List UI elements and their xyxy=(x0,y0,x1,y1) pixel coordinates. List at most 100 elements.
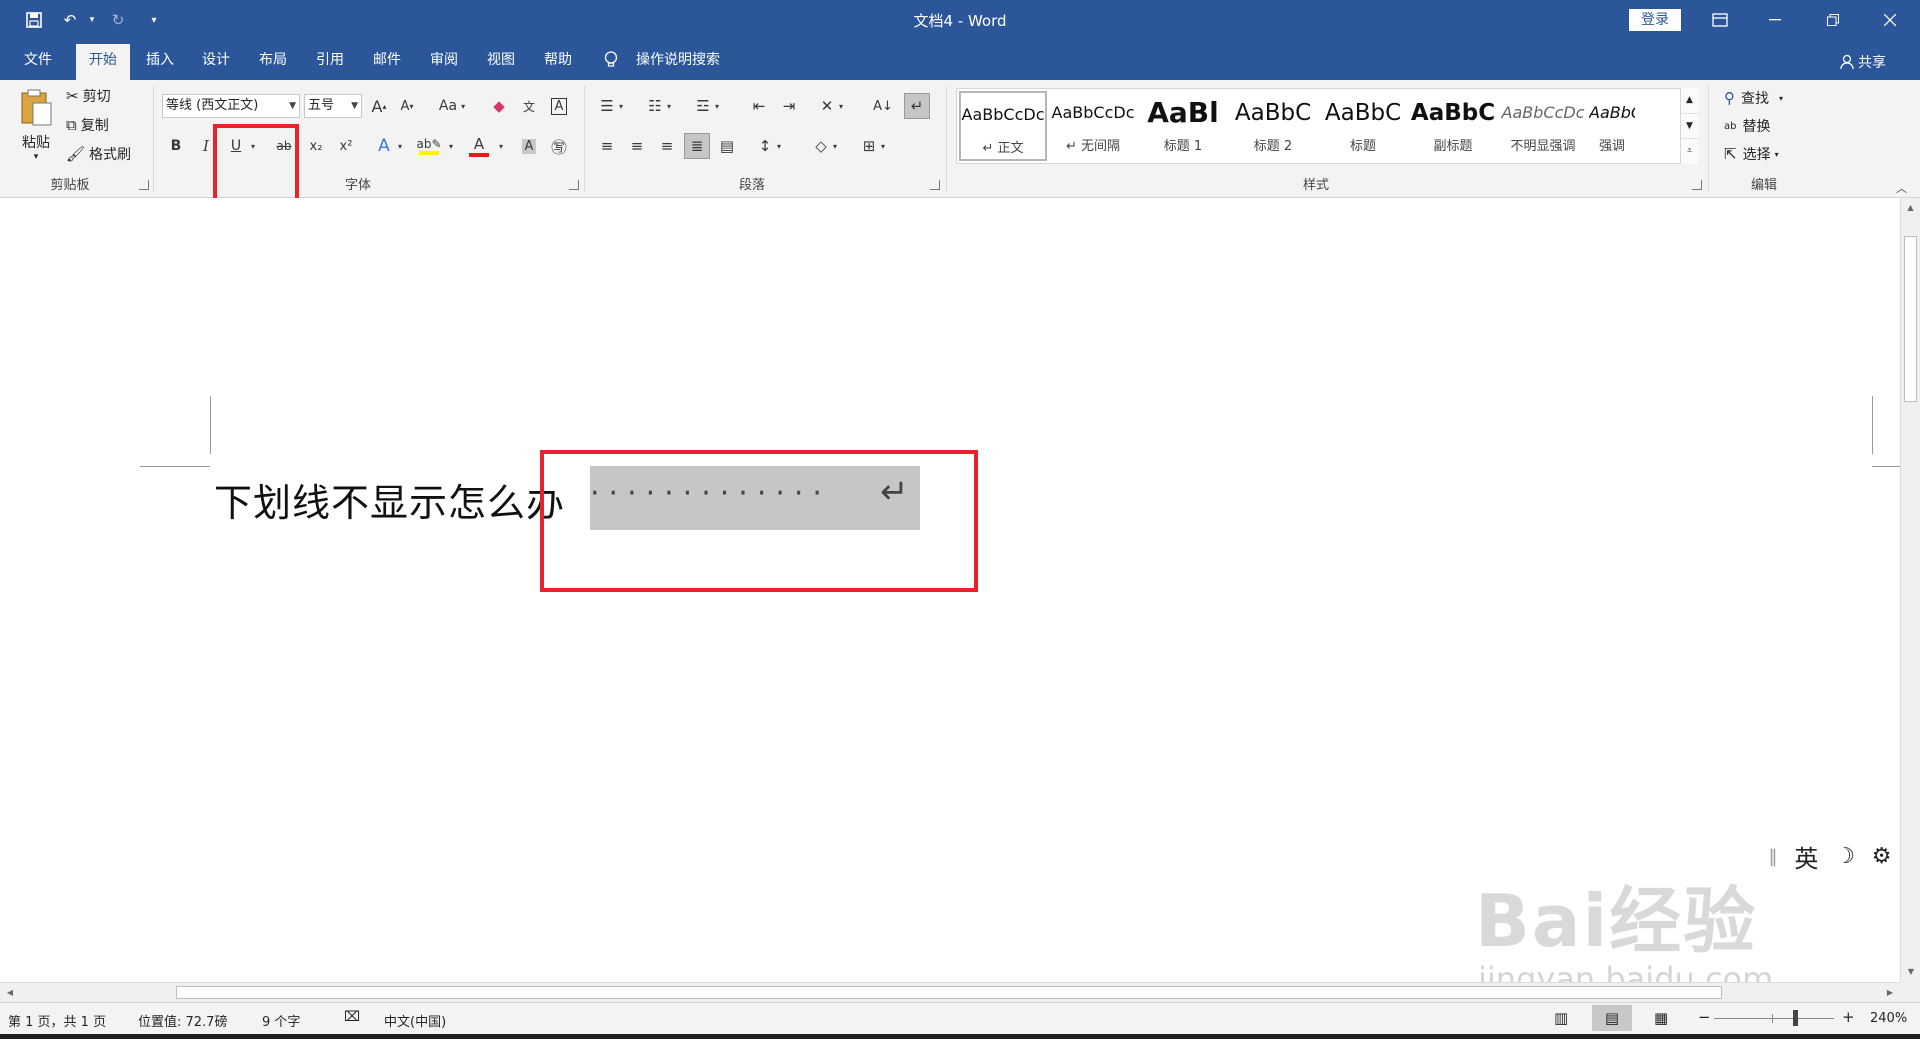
phonetic-guide-icon[interactable]: 文 xyxy=(516,93,542,119)
style-normal[interactable]: AaBbCcDc ↵ 正文 xyxy=(959,91,1047,161)
sort-icon[interactable]: A↓ xyxy=(870,93,896,119)
format-painter-button[interactable]: 🖌 格式刷 xyxy=(66,144,131,164)
chevron-down-icon[interactable]: ▾ xyxy=(834,93,848,119)
position-value[interactable]: 位置值: 72.7磅 xyxy=(138,1011,227,1030)
chevron-down-icon[interactable]: ▾ xyxy=(710,93,724,119)
style-emphasis[interactable]: AaBbCcDc 强调 xyxy=(1589,91,1635,161)
chevron-down-icon[interactable]: ▾ xyxy=(828,133,842,159)
chevron-down-icon[interactable]: ▼ xyxy=(1681,113,1698,138)
cut-button[interactable]: ✂ 剪切 xyxy=(66,86,111,106)
tab-layout[interactable]: 布局 xyxy=(251,40,295,80)
vertical-scroll-thumb[interactable] xyxy=(1904,236,1917,402)
copy-button[interactable]: ⧉ 复制 xyxy=(66,115,109,135)
font-size-combo[interactable]: 五号 ▼ xyxy=(304,94,362,118)
tab-mailings[interactable]: 邮件 xyxy=(365,40,409,80)
close-icon[interactable] xyxy=(1870,4,1910,36)
shrink-font-button[interactable]: A ▾ xyxy=(394,93,420,119)
page-count[interactable]: 第 1 页，共 1 页 xyxy=(8,1011,106,1030)
align-right-icon[interactable]: ≡ xyxy=(654,133,680,159)
font-launcher-icon[interactable] xyxy=(569,180,579,190)
chevron-down-icon[interactable]: ▾ xyxy=(444,133,458,159)
tab-help[interactable]: 帮助 xyxy=(536,40,580,80)
enclosed-character-icon[interactable]: ㊢ xyxy=(546,133,572,159)
clear-formatting-icon[interactable]: ◆ xyxy=(486,93,512,119)
tab-design[interactable]: 设计 xyxy=(194,40,238,80)
style-heading-2[interactable]: AaBbC 标题 2 xyxy=(1229,91,1317,161)
chevron-down-icon[interactable]: ▾ xyxy=(614,93,628,119)
bold-button[interactable]: B xyxy=(163,133,189,159)
character-shading-icon[interactable]: A xyxy=(516,133,542,159)
replace-button[interactable]: ab 替换 xyxy=(1724,116,1770,136)
scroll-left-icon[interactable]: ◀ xyxy=(0,983,20,1003)
scroll-up-icon[interactable]: ▲ xyxy=(1901,198,1920,218)
tab-insert[interactable]: 插入 xyxy=(138,40,182,80)
gear-icon[interactable]: ⚙ xyxy=(1872,844,1892,869)
scroll-down-icon[interactable]: ▼ xyxy=(1901,962,1920,982)
language[interactable]: 中文(中国) xyxy=(384,1011,446,1030)
document-text[interactable]: 下划线不显示怎么办 xyxy=(214,472,565,527)
paste-dropdown-icon[interactable]: ▾ xyxy=(16,152,56,162)
collapse-ribbon-icon[interactable]: ︿ xyxy=(1896,180,1907,196)
show-formatting-marks-icon[interactable]: ↵ xyxy=(904,93,930,119)
style-subtle-emphasis[interactable]: AaBbCcDc 不明显强调 xyxy=(1499,91,1587,161)
chevron-down-icon[interactable]: ▾ xyxy=(876,133,890,159)
chevron-down-icon[interactable]: ▾ xyxy=(393,133,407,159)
moon-icon[interactable]: ☽ xyxy=(1835,844,1855,869)
minimize-icon[interactable] xyxy=(1755,4,1795,36)
tab-references[interactable]: 引用 xyxy=(308,40,352,80)
login-button[interactable]: 登录 xyxy=(1629,9,1681,31)
font-color-button[interactable]: A xyxy=(466,133,492,159)
chevron-down-icon[interactable]: ▾ xyxy=(662,93,676,119)
find-button[interactable]: ⚲ 查找 ▾ xyxy=(1724,88,1783,108)
share-button[interactable]: 共享 xyxy=(1840,52,1886,72)
tab-review[interactable]: 审阅 xyxy=(422,40,466,80)
select-button[interactable]: ⇱ 选择 ▾ xyxy=(1724,144,1779,164)
horizontal-scroll-thumb[interactable] xyxy=(176,986,1722,999)
zoom-slider-track[interactable] xyxy=(1714,1018,1834,1019)
align-center-icon[interactable]: ≡ xyxy=(624,133,650,159)
change-case-button[interactable]: Aa ▾ xyxy=(432,93,472,119)
clipboard-launcher-icon[interactable] xyxy=(139,180,149,190)
style-no-spacing[interactable]: AaBbCcDc ↵ 无间隔 xyxy=(1049,91,1137,161)
ribbon-display-icon[interactable] xyxy=(1700,4,1740,36)
paragraph-launcher-icon[interactable] xyxy=(930,180,940,190)
tab-view[interactable]: 视图 xyxy=(479,40,523,80)
increase-indent-icon[interactable]: ⇥ xyxy=(776,93,802,119)
zoom-level[interactable]: 240% xyxy=(1870,1011,1907,1026)
tab-home[interactable]: 开始 xyxy=(76,44,130,80)
tell-me-search[interactable]: 操作说明搜索 xyxy=(636,40,732,80)
web-layout-icon[interactable]: ▦ xyxy=(1654,1009,1668,1027)
chevron-down-icon[interactable]: ▾ xyxy=(494,133,508,159)
zoom-slider-thumb[interactable] xyxy=(1793,1010,1798,1026)
read-mode-icon[interactable]: ▥ xyxy=(1554,1009,1568,1027)
ime-grip-icon[interactable]: ‖ xyxy=(1768,846,1777,867)
chevron-down-icon[interactable]: ▾ xyxy=(772,133,786,159)
align-left-icon[interactable]: ≡ xyxy=(594,133,620,159)
word-count[interactable]: 9 个字 xyxy=(262,1011,300,1030)
distributed-icon[interactable]: ▤ xyxy=(714,133,740,159)
decrease-indent-icon[interactable]: ⇤ xyxy=(746,93,772,119)
styles-launcher-icon[interactable] xyxy=(1692,180,1702,190)
print-layout-icon[interactable]: ▤ xyxy=(1592,1005,1632,1031)
style-subtitle[interactable]: AaBbC 副标题 xyxy=(1409,91,1497,161)
character-border-icon[interactable]: A xyxy=(546,93,572,119)
grow-font-button[interactable]: A ▴ xyxy=(366,93,392,119)
restore-icon[interactable] xyxy=(1813,4,1853,36)
proofing-icon[interactable]: ⌧ xyxy=(344,1009,360,1025)
tab-file[interactable]: 文件 xyxy=(12,40,64,80)
style-title[interactable]: AaBbC 标题 xyxy=(1319,91,1407,161)
justify-icon[interactable]: ≣ xyxy=(684,133,710,159)
horizontal-scrollbar[interactable]: ◀ ▶ xyxy=(0,982,1900,1002)
zoom-in-icon[interactable]: + xyxy=(1842,1008,1855,1026)
ime-mode-toggle[interactable]: 英 xyxy=(1794,839,1818,874)
highlight-color-button[interactable]: ab✎ xyxy=(416,133,442,159)
chevron-up-icon[interactable]: ▲ xyxy=(1681,88,1698,113)
subscript-button[interactable]: x₂ xyxy=(303,133,329,159)
font-name-combo[interactable]: 等线 (西文正文) ▼ xyxy=(162,94,300,118)
style-heading-1[interactable]: AaBl 标题 1 xyxy=(1139,91,1227,161)
more-styles-icon[interactable]: ⩡ xyxy=(1681,138,1698,162)
zoom-out-icon[interactable]: − xyxy=(1698,1008,1711,1026)
scroll-right-icon[interactable]: ▶ xyxy=(1880,983,1900,1003)
vertical-scrollbar[interactable]: ▲ ▼ xyxy=(1900,198,1920,982)
paste-button[interactable]: 粘贴 ▾ xyxy=(16,88,56,168)
